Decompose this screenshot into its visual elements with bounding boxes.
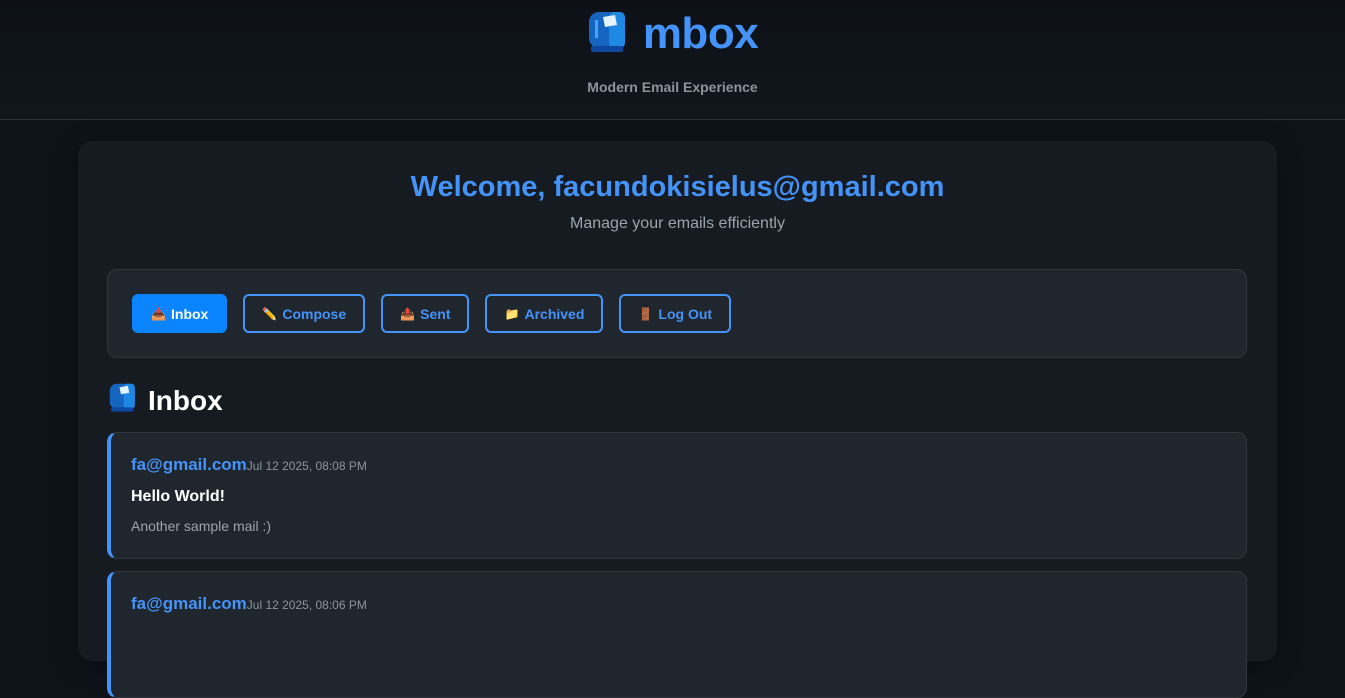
welcome-heading: Welcome, facundokisielus@gmail.com bbox=[410, 171, 945, 203]
outbox-tray-icon: 📤 bbox=[400, 306, 416, 321]
archived-button-label: Archived bbox=[524, 305, 585, 322]
inbox-tray-icon: 📥 bbox=[151, 306, 166, 321]
email-sender: fa@gmail.com bbox=[131, 455, 247, 474]
main-card: Welcome, facundokisielus@gmail.com Manag… bbox=[78, 141, 1277, 698]
nav-panel: 📥 Inbox ✏️ Compose 📤 Sent 📁 Archived 🚪 L… bbox=[107, 269, 1247, 358]
compose-button[interactable]: ✏️ Compose bbox=[243, 294, 366, 333]
sent-button[interactable]: 📤 Sent bbox=[381, 294, 470, 333]
email-meta: fa@gmail.com Jul 12 2025, 08:06 PM bbox=[131, 594, 1226, 614]
email-subject: Hello World! bbox=[131, 488, 225, 505]
email-meta: fa@gmail.com Jul 12 2025, 08:08 PM bbox=[131, 455, 1226, 475]
email-preview: Another sample mail :) bbox=[131, 518, 272, 534]
mailbox-icon bbox=[587, 8, 629, 59]
pencil-icon: ✏️ bbox=[262, 306, 278, 321]
brand: mbox bbox=[0, 8, 1345, 59]
logout-button[interactable]: 🚪 Log Out bbox=[619, 294, 732, 333]
email-sender: fa@gmail.com bbox=[131, 594, 247, 613]
inbox-heading: Inbox bbox=[108, 381, 223, 420]
inbox-title: Inbox bbox=[148, 384, 223, 416]
email-item[interactable]: fa@gmail.com Jul 12 2025, 08:06 PM bbox=[107, 571, 1247, 698]
folder-icon: 📁 bbox=[504, 306, 520, 321]
welcome-subtitle: Manage your emails efficiently bbox=[570, 215, 785, 232]
door-icon: 🚪 bbox=[638, 306, 654, 321]
app-header: mbox Modern Email Experience bbox=[0, 0, 1345, 120]
compose-button-label: Compose bbox=[282, 305, 347, 322]
email-date: Jul 12 2025, 08:08 PM bbox=[246, 459, 367, 473]
mailbox-icon bbox=[108, 381, 138, 420]
app-title: mbox bbox=[642, 8, 759, 58]
inbox-button[interactable]: 📥 Inbox bbox=[132, 294, 228, 333]
logout-button-label: Log Out bbox=[658, 305, 713, 322]
email-item[interactable]: fa@gmail.com Jul 12 2025, 08:08 PM Hello… bbox=[107, 432, 1247, 559]
email-date: Jul 12 2025, 08:06 PM bbox=[246, 598, 367, 612]
archived-button[interactable]: 📁 Archived bbox=[485, 294, 604, 333]
inbox-button-label: Inbox bbox=[171, 305, 209, 322]
tagline: Modern Email Experience bbox=[587, 79, 758, 95]
sent-button-label: Sent bbox=[420, 305, 451, 322]
